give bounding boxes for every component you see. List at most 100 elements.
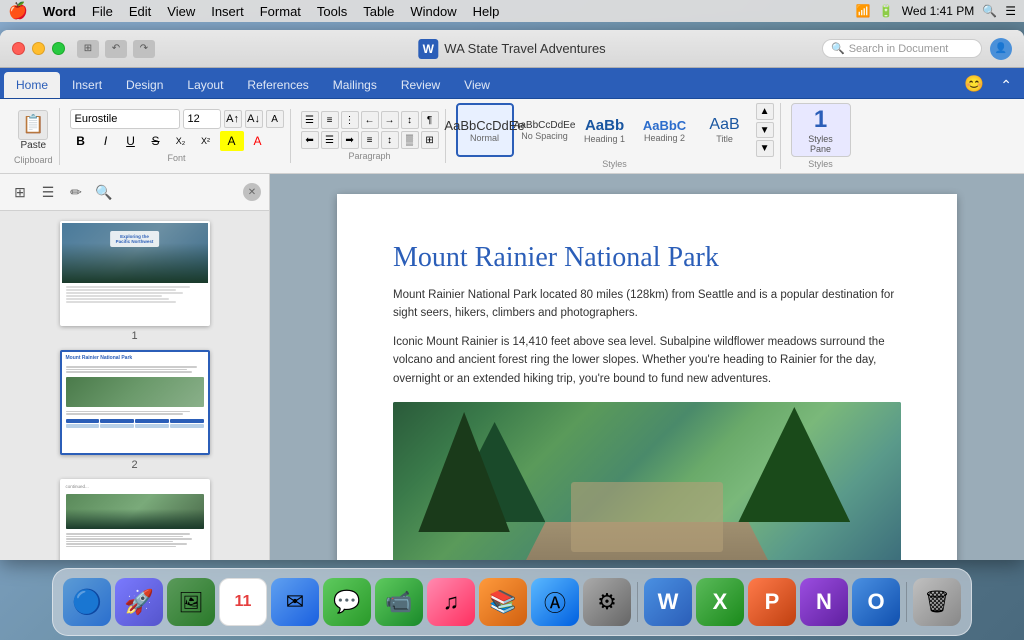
indent-increase-button[interactable]: → [381,111,399,129]
styles-pane-button[interactable]: 1 StylesPane [791,103,851,157]
styles-pane-label: StylesPane [808,134,833,154]
font-name-input[interactable] [70,109,180,129]
style-heading2[interactable]: AaBbC Heading 2 [636,103,694,157]
tab-review[interactable]: Review [389,72,452,98]
increase-font-button[interactable]: A↑ [224,110,242,128]
help-menu[interactable]: Help [466,3,507,20]
style-no-spacing[interactable]: AaBbCcDdEe No Spacing [516,103,574,157]
sidebar-toggle-icon[interactable]: ⊞ [77,40,99,58]
styles-nav-down[interactable]: ▼ [756,122,774,139]
italic-button[interactable]: I [95,131,117,151]
style-heading1[interactable]: AaBb Heading 1 [576,103,634,157]
multilevel-list-button[interactable]: ⋮ [341,111,359,129]
tab-mailings[interactable]: Mailings [321,72,389,98]
app-name-menu[interactable]: Word [36,3,83,20]
page-3-thumbnail[interactable]: continued... [10,479,259,560]
sidebar-toolbar: ⊞ ☰ ✏ 🔍 ✕ [0,174,269,211]
dock-facetime[interactable]: 📹 [375,578,423,626]
close-button[interactable] [12,42,25,55]
dock-powerpoint[interactable]: P [748,578,796,626]
shading-button[interactable]: ▒ [401,131,419,149]
search-box[interactable]: 🔍 Search in Document [822,39,982,58]
font-size-input[interactable] [183,109,221,129]
search-sidebar-button[interactable]: 🔍 [92,180,116,204]
window-menu[interactable]: Window [403,3,463,20]
edit-menu[interactable]: Edit [122,3,158,20]
strikethrough-button[interactable]: S [145,131,167,151]
dock-mail[interactable]: ✉ [271,578,319,626]
align-right-button[interactable]: ➡ [341,131,359,149]
undo-icon[interactable]: ↶ [105,40,127,58]
dock-launchpad[interactable]: 🚀 [115,578,163,626]
line-spacing-button[interactable]: ↕ [381,131,399,149]
emoji-button[interactable]: 😊 [956,70,992,98]
dock-music[interactable]: ♫ [427,578,475,626]
ribbon-collapse[interactable]: ⌃ [992,73,1020,98]
dock-word[interactable]: W [644,578,692,626]
align-center-button[interactable]: ☰ [321,131,339,149]
subscript-button[interactable]: X₂ [170,131,192,151]
dock-calendar[interactable]: 11 [219,578,267,626]
style-normal[interactable]: AaBbCcDdEe Normal [456,103,514,157]
maximize-button[interactable] [52,42,65,55]
apple-menu[interactable]: 🍎 [8,1,28,21]
styles-nav-up[interactable]: ▲ [756,103,774,120]
ordered-list-button[interactable]: ≡ [321,111,339,129]
page1-body [62,283,208,306]
file-menu[interactable]: File [85,3,120,20]
minimize-button[interactable] [32,42,45,55]
borders-button[interactable]: ⊞ [421,131,439,149]
page-2-thumbnail[interactable]: Mount Rainier National Park [10,350,259,471]
style-title[interactable]: AaB Title [696,103,754,157]
search-icon[interactable]: 🔍 [982,4,997,18]
dock-onenote[interactable]: N [800,578,848,626]
tab-references[interactable]: References [235,72,320,98]
tools-menu[interactable]: Tools [310,3,354,20]
dock-outlook[interactable]: O [852,578,900,626]
insert-menu[interactable]: Insert [204,3,251,20]
user-avatar[interactable]: 👤 [990,38,1012,60]
unordered-list-button[interactable]: ☰ [301,111,319,129]
page-2-preview: Mount Rainier National Park [60,350,210,455]
font-color-button[interactable]: A [266,110,284,128]
redo-icon[interactable]: ↷ [133,40,155,58]
dock-trash[interactable]: 🗑 [913,578,961,626]
page-1-thumbnail[interactable]: Exploring the Pacific Northwest [10,221,259,342]
document-area[interactable]: Mount Rainier National Park Mount Rainie… [270,174,1024,560]
underline-button[interactable]: U [120,131,142,151]
indent-decrease-button[interactable]: ← [361,111,379,129]
paste-button[interactable]: 📋 Paste [14,108,52,153]
tab-home[interactable]: Home [4,72,60,98]
dock-finder[interactable]: 🔵 [63,578,111,626]
close-sidebar-button[interactable]: ✕ [243,183,261,201]
thumbnails-button[interactable]: ⊞ [8,180,32,204]
dock-excel[interactable]: X [696,578,744,626]
tab-view[interactable]: View [452,72,502,98]
decrease-font-button[interactable]: A↓ [245,110,263,128]
sort-button[interactable]: ↕ [401,111,419,129]
text-color-button[interactable]: A [247,131,269,151]
list-view-button[interactable]: ☰ [36,180,60,204]
justify-button[interactable]: ≡ [361,131,379,149]
dock-appstore[interactable]: Ⓐ [531,578,579,626]
styles-pane-group: 1 StylesPane Styles [785,103,857,169]
dock-settings[interactable]: ⚙ [583,578,631,626]
table-menu[interactable]: Table [356,3,401,20]
tab-design[interactable]: Design [114,72,175,98]
bold-button[interactable]: B [70,131,92,151]
format-menu[interactable]: Format [253,3,308,20]
tab-layout[interactable]: Layout [175,72,235,98]
edit-view-button[interactable]: ✏ [64,180,88,204]
wifi-icon: 📶 [856,4,871,18]
styles-more[interactable]: ▼ [756,140,774,157]
dock-photos[interactable]: 🖼 [167,578,215,626]
pilcrow-button[interactable]: ¶ [421,111,439,129]
align-left-button[interactable]: ⬅ [301,131,319,149]
tab-insert[interactable]: Insert [60,72,114,98]
dock-books[interactable]: 📚 [479,578,527,626]
dock-messages[interactable]: 💬 [323,578,371,626]
view-menu[interactable]: View [160,3,202,20]
notification-icon[interactable]: ☰ [1005,4,1016,18]
superscript-button[interactable]: X² [195,131,217,151]
highlight-button[interactable]: A [220,131,244,151]
